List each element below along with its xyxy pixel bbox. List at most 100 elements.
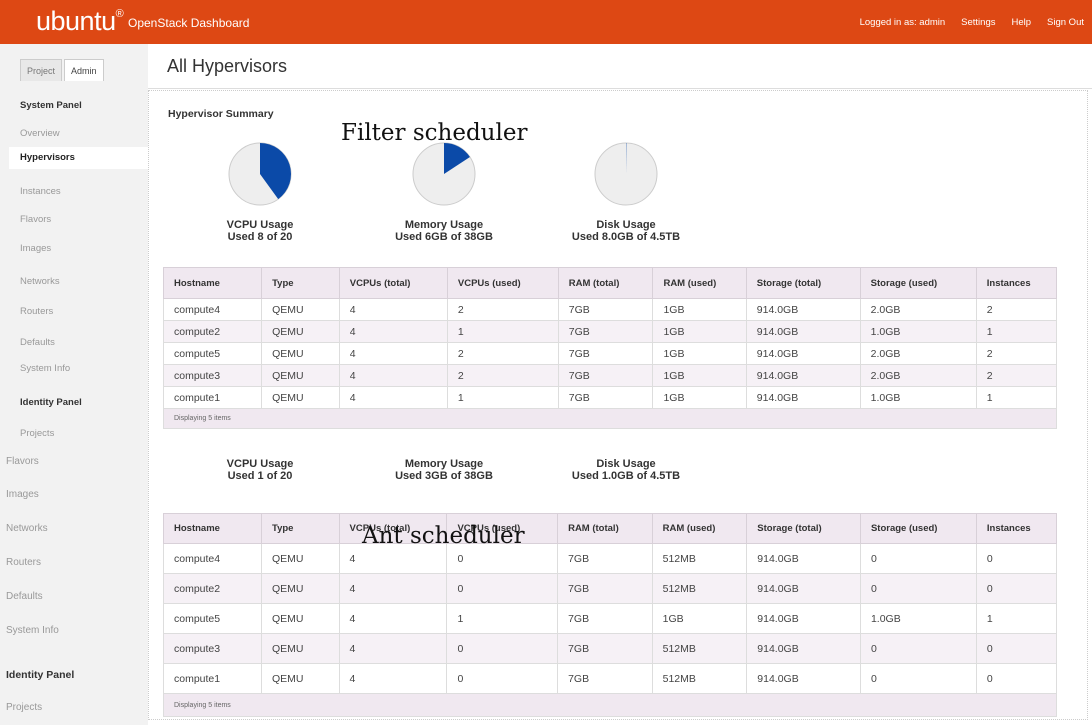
column-header-hostname[interactable]: Hostname [163, 513, 262, 544]
sidebar-item-defaults[interactable]: Defaults [6, 591, 43, 602]
table-row[interactable]: compute2 QEMU 4 1 7GB 1GB 914.0GB 1.0GB 1 [162, 320, 1058, 343]
sidebar-item-system-info[interactable]: System Info [6, 625, 59, 636]
table-cell: compute4 [163, 543, 262, 574]
table-cell: 7GB [557, 543, 653, 574]
column-header-ram-total[interactable]: RAM (total) [557, 513, 653, 544]
table-cell: 1 [446, 386, 559, 409]
table-cell: 7GB [557, 633, 653, 664]
table-cell: 4 [338, 603, 448, 634]
table-cell: 0 [975, 633, 1058, 664]
column-header-storage-total[interactable]: Storage (total) [745, 267, 861, 299]
column-header-type[interactable]: Type [260, 513, 340, 544]
hypervisor-table-ant: Hostname Type VCPUs (total) VCPUs (used) RAM… [163, 513, 1058, 717]
table-cell: QEMU [261, 320, 340, 343]
table-row[interactable]: compute2 QEMU 4 0 7GB 512MB 914.0GB 0 0 [163, 573, 1058, 604]
table-cell: 0 [446, 633, 559, 664]
table-cell: 512MB [651, 573, 748, 604]
table-cell: 2.0GB [859, 342, 977, 365]
table-cell: QEMU [260, 573, 340, 604]
table-cell: 7GB [557, 663, 653, 694]
sidebar-item-networks[interactable]: Networks [20, 276, 60, 287]
disk-usage-pie [594, 142, 658, 206]
table-row[interactable]: compute1 QEMU 4 0 7GB 512MB 914.0GB 0 0 [163, 663, 1058, 694]
column-header-type[interactable]: Type [261, 267, 340, 299]
title-divider [148, 88, 1092, 89]
table-cell: 1GB [652, 364, 747, 387]
table-cell: 0 [859, 633, 977, 664]
sidebar-item-flavors[interactable]: Flavors [6, 456, 39, 467]
table-cell: 1GB [652, 298, 747, 321]
sidebar-item-hypervisors[interactable]: Hypervisors [9, 147, 148, 169]
table-cell: 4 [338, 342, 448, 365]
vcpu-usage-label-ant: VCPU Usage Used 1 of 20 [190, 458, 330, 482]
usage-detail: Used 8.0GB of 4.5TB [571, 231, 681, 243]
sidebar-item-images[interactable]: Images [20, 243, 51, 254]
column-header-instances[interactable]: Instances [975, 267, 1058, 299]
sidebar-item-flavors[interactable]: Flavors [20, 214, 51, 225]
table-row[interactable]: compute1 QEMU 4 1 7GB 1GB 914.0GB 1.0GB 1 [162, 386, 1058, 409]
table-cell: compute1 [162, 386, 263, 409]
table-cell: 4 [338, 320, 448, 343]
sidebar-item-images[interactable]: Images [6, 489, 39, 500]
sidebar-item-routers[interactable]: Routers [6, 557, 41, 568]
tab-admin[interactable]: Admin [64, 59, 104, 81]
sidebar-item-networks[interactable]: Networks [6, 523, 48, 534]
column-header-ram-used[interactable]: RAM (used) [651, 513, 748, 544]
column-header-hostname[interactable]: Hostname [162, 267, 263, 299]
table-row[interactable]: compute3 QEMU 4 2 7GB 1GB 914.0GB 2.0GB 2 [162, 364, 1058, 387]
table-row[interactable]: compute5 QEMU 4 2 7GB 1GB 914.0GB 2.0GB 2 [162, 342, 1058, 365]
column-header-storage-total[interactable]: Storage (total) [746, 513, 861, 544]
usage-detail: Used 6GB of 38GB [395, 231, 493, 243]
sidebar-item-routers[interactable]: Routers [20, 306, 53, 317]
settings-link[interactable]: Settings [961, 17, 995, 28]
sidebar-item-system-info[interactable]: System Info [20, 363, 70, 374]
sidebar-tabs: Project Admin [20, 59, 106, 81]
table-cell: compute5 [162, 342, 263, 365]
table-cell: 4 [338, 298, 448, 321]
sign-out-link[interactable]: Sign Out [1047, 17, 1084, 28]
column-header-instances[interactable]: Instances [975, 513, 1058, 544]
memory-usage-label-ant: Memory Usage Used 3GB of 38GB [374, 458, 514, 482]
table-cell: 7GB [557, 603, 653, 634]
ubuntu-logo[interactable]: ubuntu® [36, 6, 124, 37]
table-cell: 1 [446, 320, 559, 343]
top-bar: ubuntu® OpenStack Dashboard Logged in as… [0, 0, 1092, 44]
sidebar-item-overview[interactable]: Overview [20, 128, 60, 139]
help-link[interactable]: Help [1011, 17, 1031, 28]
table-row[interactable]: compute5 QEMU 4 1 7GB 1GB 914.0GB 1.0GB 1 [163, 603, 1058, 634]
sidebar-heading: Identity Panel [20, 397, 82, 408]
table-cell: 1 [975, 603, 1058, 634]
table-cell: 1 [975, 320, 1058, 343]
table-row[interactable]: compute4 QEMU 4 2 7GB 1GB 914.0GB 2.0GB 2 [162, 298, 1058, 321]
logged-in-label: Logged in as: admin [859, 17, 946, 28]
sidebar-heading: System Panel [20, 100, 82, 111]
column-header-ram-used[interactable]: RAM (used) [652, 267, 747, 299]
table-cell: 0 [446, 573, 559, 604]
table-cell: 1 [975, 386, 1058, 409]
table-row[interactable]: compute3 QEMU 4 0 7GB 512MB 914.0GB 0 0 [163, 633, 1058, 664]
column-header-vcpus-used[interactable]: VCPUs (used) [446, 267, 559, 299]
table-cell: 4 [338, 573, 448, 604]
sidebar-item-projects[interactable]: Projects [20, 428, 54, 439]
table-row[interactable]: compute4 QEMU 4 0 7GB 512MB 914.0GB 0 0 [163, 543, 1058, 574]
table-cell: QEMU [261, 364, 340, 387]
dashboard-title: OpenStack Dashboard [128, 16, 250, 30]
sidebar-item-instances[interactable]: Instances [20, 186, 61, 197]
usage-title: Memory Usage [404, 458, 484, 470]
hypervisor-table-filter: Hostname Type VCPUs (total) VCPUs (used) RAM… [162, 267, 1058, 429]
tab-project[interactable]: Project [20, 59, 63, 81]
column-header-storage-used[interactable]: Storage (used) [859, 267, 977, 299]
sidebar-heading: Identity Panel [6, 669, 75, 681]
table-cell: 2 [975, 298, 1058, 321]
column-header-ram-total[interactable]: RAM (total) [557, 267, 654, 299]
disk-usage-label-ant: Disk Usage Used 1.0GB of 4.5TB [556, 458, 696, 482]
column-header-vcpus-total[interactable]: VCPUs (total) [338, 267, 448, 299]
table-cell: 914.0GB [745, 320, 861, 343]
column-header-storage-used[interactable]: Storage (used) [859, 513, 977, 544]
sidebar-item-projects[interactable]: Projects [6, 702, 42, 713]
table-cell: 512MB [651, 663, 748, 694]
usage-detail: Used 3GB of 38GB [395, 470, 493, 482]
table-cell: compute1 [163, 663, 262, 694]
table-cell: 7GB [557, 342, 654, 365]
sidebar-item-defaults[interactable]: Defaults [20, 337, 55, 348]
